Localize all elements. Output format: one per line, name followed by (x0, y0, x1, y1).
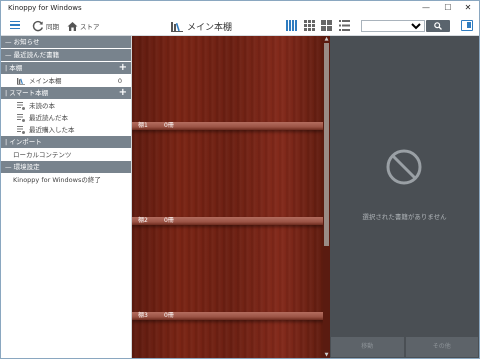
smart-list-icon (17, 102, 25, 110)
detail-actions: 移動 その他 (330, 336, 479, 358)
scroll-down-icon[interactable]: ▼ (323, 352, 330, 358)
sync-label: 同期 (46, 23, 59, 31)
recently-read-label: 最近読んだ本 (29, 114, 68, 122)
title-bar: Kinoppy for Windows — ☐ ✕ (1, 1, 479, 16)
empty-message: 選択された書籍がありません (362, 213, 447, 221)
unread-label: 未読の本 (29, 102, 55, 110)
shelf-view-icon[interactable] (286, 20, 297, 31)
menu-icon[interactable] (10, 21, 20, 31)
shelf-board: 棚1 0冊 (132, 122, 323, 130)
recent-label: 最近読んだ書籍 (13, 51, 60, 59)
search-icon (434, 22, 442, 30)
shelf-scrollbar[interactable]: ▲ ▼ (323, 36, 330, 358)
sidebar-section-smart[interactable]: | スマート本棚 + (1, 87, 131, 100)
wood-texture (132, 36, 330, 358)
sidebar-section-settings[interactable]: — 環境設定 (1, 161, 131, 174)
search-select[interactable] (362, 21, 424, 31)
bookshelf-label: 本棚 (9, 64, 23, 72)
shelf-name: 棚3 (138, 312, 148, 319)
local-content-label: ローカルコンテンツ (13, 151, 72, 159)
list-view-icon[interactable] (339, 20, 350, 31)
current-shelf-title: メイン本棚 (171, 19, 232, 33)
move-button[interactable]: 移動 (330, 336, 405, 358)
bookshelf-icon (171, 21, 183, 32)
toolbar: 同期 ストア メイン本棚 (1, 16, 479, 36)
search-dropdown[interactable] (361, 20, 425, 32)
detail-panel-toggle-icon[interactable] (461, 20, 473, 31)
scroll-up-icon[interactable]: ▲ (323, 36, 330, 42)
bookshelf-area[interactable]: 棚1 0冊 棚2 0冊 棚3 0冊 ▲ ▼ (132, 36, 330, 358)
add-bookshelf-button[interactable]: + (119, 62, 127, 74)
main-shelf-label: メイン本棚 (29, 77, 62, 85)
news-label: お知らせ (13, 38, 40, 46)
shelf-count: 0冊 (164, 217, 174, 224)
sidebar-item-exit[interactable]: Kinoppy for Windowsの終了 (1, 174, 131, 186)
sidebar-section-recent[interactable]: — 最近読んだ書籍 (1, 49, 131, 62)
exit-label: Kinoppy for Windowsの終了 (13, 176, 101, 184)
smart-list-icon (17, 114, 25, 122)
detail-panel: 選択された書籍がありません 移動 その他 (330, 36, 479, 358)
sidebar-item-unread[interactable]: 未読の本 (1, 100, 131, 112)
bookshelf-icon (17, 78, 25, 85)
recently-bought-label: 最近購入した本 (29, 126, 75, 134)
store-label: ストア (80, 23, 100, 31)
grid-large-icon[interactable] (304, 20, 315, 31)
grid-small-icon[interactable] (321, 20, 332, 31)
sidebar-section-news[interactable]: — お知らせ (1, 36, 131, 49)
no-selection-icon (386, 149, 422, 185)
sidebar-section-bookshelf[interactable]: | 本棚 + (1, 62, 131, 75)
shelf-name: 棚2 (138, 217, 148, 224)
other-button[interactable]: その他 (404, 336, 479, 358)
close-button[interactable]: ✕ (457, 1, 479, 15)
sync-icon (32, 20, 43, 32)
shelf-count: 0冊 (164, 122, 174, 129)
search-button[interactable] (426, 20, 450, 32)
smart-label: スマート本棚 (9, 89, 49, 97)
smart-list-icon (17, 126, 25, 134)
sync-button[interactable]: 同期 (32, 20, 59, 32)
shelf-count: 0冊 (164, 312, 174, 319)
minimize-button[interactable]: — (415, 1, 437, 15)
scrollbar-thumb[interactable] (324, 43, 329, 246)
app-window: Kinoppy for Windows — ☐ ✕ 同期 ストア メイン本棚 —… (0, 0, 480, 359)
shelf-name: 棚1 (138, 122, 148, 129)
main-shelf-count: 0 (117, 77, 122, 85)
sidebar: — お知らせ — 最近読んだ書籍 | 本棚 + メイン本棚 0 | スマート本棚 +… (1, 36, 132, 358)
house-icon (67, 21, 78, 31)
shelf-title-label: メイン本棚 (187, 22, 233, 33)
sidebar-item-recently-bought[interactable]: 最近購入した本 (1, 124, 131, 136)
shelf-board: 棚3 0冊 (132, 312, 323, 320)
sidebar-item-recently-read[interactable]: 最近読んだ本 (1, 112, 131, 124)
maximize-button[interactable]: ☐ (437, 1, 459, 15)
sidebar-item-local-content[interactable]: ローカルコンテンツ (1, 149, 131, 161)
window-title: Kinoppy for Windows (8, 4, 82, 12)
settings-label: 環境設定 (13, 163, 40, 171)
sidebar-item-main-shelf[interactable]: メイン本棚 0 (1, 75, 131, 87)
shelf-board: 棚2 0冊 (132, 217, 323, 225)
import-label: インポート (9, 138, 42, 146)
store-button[interactable]: ストア (67, 20, 100, 32)
add-smart-shelf-button[interactable]: + (119, 87, 127, 99)
sidebar-section-import[interactable]: | インポート (1, 136, 131, 149)
